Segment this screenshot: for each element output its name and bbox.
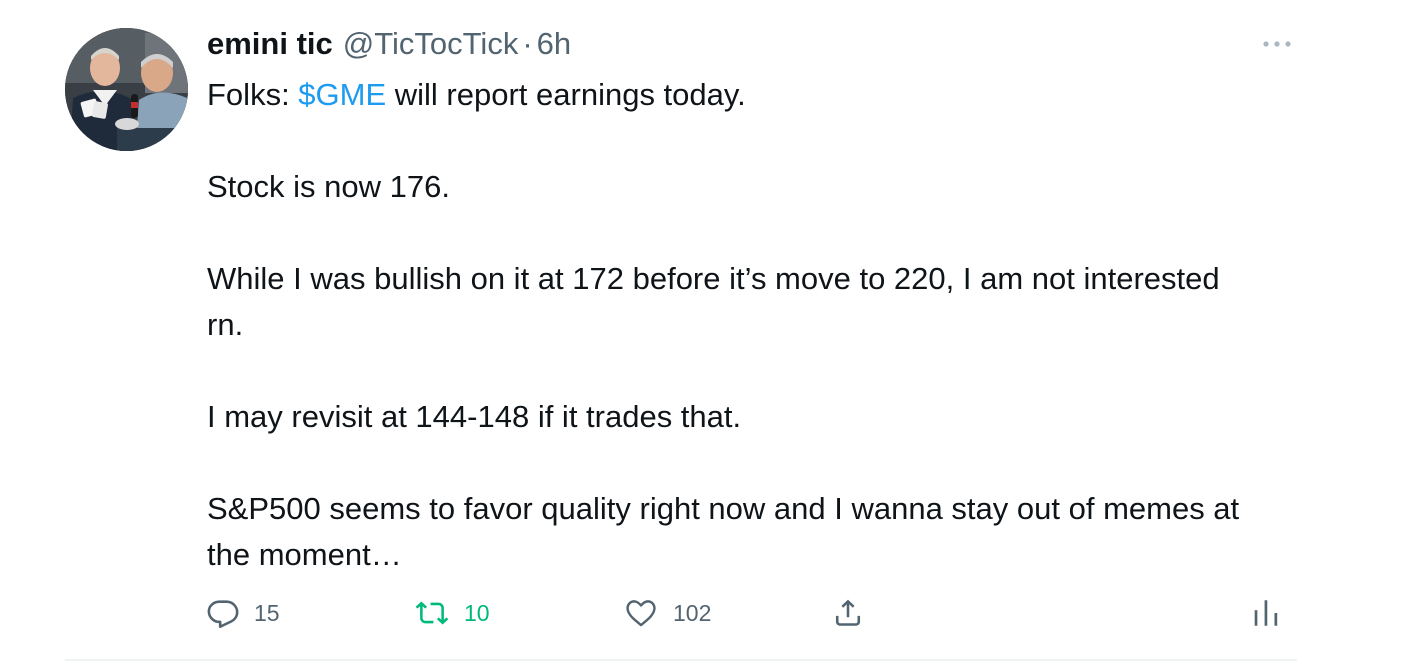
reply-count: 15: [254, 599, 280, 626]
retweet-count: 10: [464, 599, 490, 626]
tweet-actions: 15 10 102: [0, 590, 1427, 636]
share-button[interactable]: [831, 590, 865, 636]
like-button[interactable]: 102: [623, 590, 711, 636]
tweet-paragraph-1: Folks: $GME will report earnings today.: [207, 72, 1257, 118]
more-options-button[interactable]: [1256, 32, 1298, 56]
share-icon: [835, 599, 861, 626]
tweet-text: Folks: $GME will report earnings today. …: [207, 72, 1257, 578]
timestamp[interactable]: 6h: [537, 26, 571, 62]
reply-icon: [207, 600, 239, 629]
tweet-paragraph-3: While I was bullish on it at 172 before …: [207, 261, 1220, 342]
analytics-icon: [1254, 600, 1278, 626]
tweet-header: emini tic @TicTocTick · 6h: [207, 24, 571, 64]
tweet-paragraph-5: S&P500 seems to favor quality right now …: [207, 491, 1240, 572]
user-handle[interactable]: @TicTocTick: [343, 26, 519, 62]
analytics-button[interactable]: [1249, 590, 1283, 636]
tweet-paragraph-2: Stock is now 176.: [207, 169, 450, 204]
more-icon: [1263, 41, 1291, 47]
tweet[interactable]: emini tic @TicTocTick · 6h Folks: $GME w…: [0, 0, 1427, 668]
divider: [65, 659, 1297, 661]
separator-dot: ·: [522, 26, 533, 61]
tweet-paragraph-4: I may revisit at 144-148 if it trades th…: [207, 399, 742, 434]
heart-icon: [626, 600, 656, 627]
text-segment: Folks:: [207, 77, 299, 112]
like-count: 102: [673, 599, 712, 626]
display-name[interactable]: emini tic: [207, 26, 333, 62]
avatar-photo: [65, 28, 188, 151]
reply-button[interactable]: 15: [206, 590, 280, 636]
retweet-icon: [415, 601, 449, 625]
text-segment: will report earnings today.: [386, 77, 746, 112]
cashtag-link[interactable]: $GME: [298, 77, 386, 112]
avatar[interactable]: [65, 28, 188, 151]
retweet-button[interactable]: 10: [414, 590, 490, 636]
